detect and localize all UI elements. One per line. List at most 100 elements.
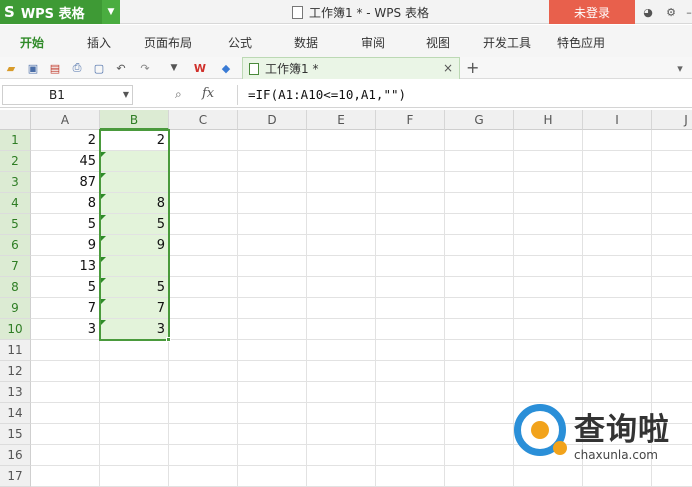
cell-h13[interactable] bbox=[514, 382, 583, 403]
cell-d17[interactable] bbox=[238, 466, 307, 487]
cell-h12[interactable] bbox=[514, 361, 583, 382]
column-header-g[interactable]: G bbox=[445, 110, 514, 130]
cell-e7[interactable] bbox=[307, 256, 376, 277]
panel-toggle-icon[interactable]: ▾ bbox=[672, 60, 688, 76]
cell-d6[interactable] bbox=[238, 235, 307, 256]
row-header-5[interactable]: 5 bbox=[0, 214, 31, 235]
cell-i6[interactable] bbox=[583, 235, 652, 256]
cell-j6[interactable] bbox=[652, 235, 692, 256]
app-menu-dropdown-icon[interactable]: ▼ bbox=[102, 0, 120, 24]
customize-dropdown-icon[interactable]: ▼ bbox=[166, 60, 182, 76]
cube-icon[interactable]: ◆ bbox=[218, 60, 234, 76]
cell-f9[interactable] bbox=[376, 298, 445, 319]
cell-i3[interactable] bbox=[583, 172, 652, 193]
open-folder-icon[interactable]: ▰ bbox=[3, 60, 19, 76]
cell-d4[interactable] bbox=[238, 193, 307, 214]
new-tab-icon[interactable]: + bbox=[466, 58, 479, 77]
document-tab[interactable]: 工作簿1 * × bbox=[242, 57, 460, 79]
cell-g17[interactable] bbox=[445, 466, 514, 487]
tab-developer[interactable]: 开发工具 bbox=[483, 34, 531, 51]
cell-b3[interactable] bbox=[100, 172, 169, 193]
tab-insert[interactable]: 插入 bbox=[87, 34, 111, 51]
cell-a6[interactable]: 9 bbox=[31, 235, 100, 256]
cell-g8[interactable] bbox=[445, 277, 514, 298]
cell-c11[interactable] bbox=[169, 340, 238, 361]
save-icon[interactable]: ▣ bbox=[25, 60, 41, 76]
cell-a5[interactable]: 5 bbox=[31, 214, 100, 235]
column-header-e[interactable]: E bbox=[307, 110, 376, 130]
row-header-2[interactable]: 2 bbox=[0, 151, 31, 172]
cell-a2[interactable]: 45 bbox=[31, 151, 100, 172]
cell-c17[interactable] bbox=[169, 466, 238, 487]
cell-e12[interactable] bbox=[307, 361, 376, 382]
cell-e11[interactable] bbox=[307, 340, 376, 361]
column-header-b[interactable]: B bbox=[100, 110, 169, 130]
cell-b14[interactable] bbox=[100, 403, 169, 424]
cell-c14[interactable] bbox=[169, 403, 238, 424]
cell-f14[interactable] bbox=[376, 403, 445, 424]
cell-b6[interactable]: 9 bbox=[100, 235, 169, 256]
cell-c16[interactable] bbox=[169, 445, 238, 466]
row-header-8[interactable]: 8 bbox=[0, 277, 31, 298]
skin-icon[interactable]: ◕ bbox=[641, 5, 655, 19]
cell-e6[interactable] bbox=[307, 235, 376, 256]
cell-h9[interactable] bbox=[514, 298, 583, 319]
cell-a7[interactable]: 13 bbox=[31, 256, 100, 277]
settings-icon[interactable]: ⚙ bbox=[664, 5, 678, 19]
cell-i7[interactable] bbox=[583, 256, 652, 277]
cell-c7[interactable] bbox=[169, 256, 238, 277]
cell-d10[interactable] bbox=[238, 319, 307, 340]
cell-b4[interactable]: 8 bbox=[100, 193, 169, 214]
cell-e9[interactable] bbox=[307, 298, 376, 319]
cell-b7[interactable] bbox=[100, 256, 169, 277]
zoom-search-icon[interactable]: ⌕ bbox=[175, 87, 182, 102]
cell-g13[interactable] bbox=[445, 382, 514, 403]
cell-a11[interactable] bbox=[31, 340, 100, 361]
cell-g2[interactable] bbox=[445, 151, 514, 172]
column-header-d[interactable]: D bbox=[238, 110, 307, 130]
cell-e14[interactable] bbox=[307, 403, 376, 424]
tab-review[interactable]: 审阅 bbox=[361, 34, 385, 51]
cell-c10[interactable] bbox=[169, 319, 238, 340]
cell-e13[interactable] bbox=[307, 382, 376, 403]
cell-d1[interactable] bbox=[238, 130, 307, 151]
row-header-16[interactable]: 16 bbox=[0, 445, 31, 466]
cell-j5[interactable] bbox=[652, 214, 692, 235]
cell-b13[interactable] bbox=[100, 382, 169, 403]
undo-icon[interactable]: ↶ bbox=[113, 60, 129, 76]
cell-e15[interactable] bbox=[307, 424, 376, 445]
cell-d2[interactable] bbox=[238, 151, 307, 172]
cell-g9[interactable] bbox=[445, 298, 514, 319]
cell-i9[interactable] bbox=[583, 298, 652, 319]
cell-b11[interactable] bbox=[100, 340, 169, 361]
cell-a9[interactable]: 7 bbox=[31, 298, 100, 319]
cell-c9[interactable] bbox=[169, 298, 238, 319]
tab-view[interactable]: 视图 bbox=[426, 34, 450, 51]
cell-g3[interactable] bbox=[445, 172, 514, 193]
cell-b9[interactable]: 7 bbox=[100, 298, 169, 319]
cell-b8[interactable]: 5 bbox=[100, 277, 169, 298]
tab-page-layout[interactable]: 页面布局 bbox=[144, 34, 192, 51]
cell-e17[interactable] bbox=[307, 466, 376, 487]
cell-c4[interactable] bbox=[169, 193, 238, 214]
cell-b12[interactable] bbox=[100, 361, 169, 382]
cell-i2[interactable] bbox=[583, 151, 652, 172]
cell-d16[interactable] bbox=[238, 445, 307, 466]
cell-i12[interactable] bbox=[583, 361, 652, 382]
row-header-15[interactable]: 15 bbox=[0, 424, 31, 445]
cell-c15[interactable] bbox=[169, 424, 238, 445]
cell-a15[interactable] bbox=[31, 424, 100, 445]
cell-g7[interactable] bbox=[445, 256, 514, 277]
cell-j3[interactable] bbox=[652, 172, 692, 193]
cell-j12[interactable] bbox=[652, 361, 692, 382]
row-header-4[interactable]: 4 bbox=[0, 193, 31, 214]
cell-j13[interactable] bbox=[652, 382, 692, 403]
cell-f3[interactable] bbox=[376, 172, 445, 193]
cell-g10[interactable] bbox=[445, 319, 514, 340]
cell-j2[interactable] bbox=[652, 151, 692, 172]
cell-h11[interactable] bbox=[514, 340, 583, 361]
cell-g4[interactable] bbox=[445, 193, 514, 214]
cell-f15[interactable] bbox=[376, 424, 445, 445]
select-all-corner[interactable] bbox=[0, 110, 31, 130]
cell-a3[interactable]: 87 bbox=[31, 172, 100, 193]
